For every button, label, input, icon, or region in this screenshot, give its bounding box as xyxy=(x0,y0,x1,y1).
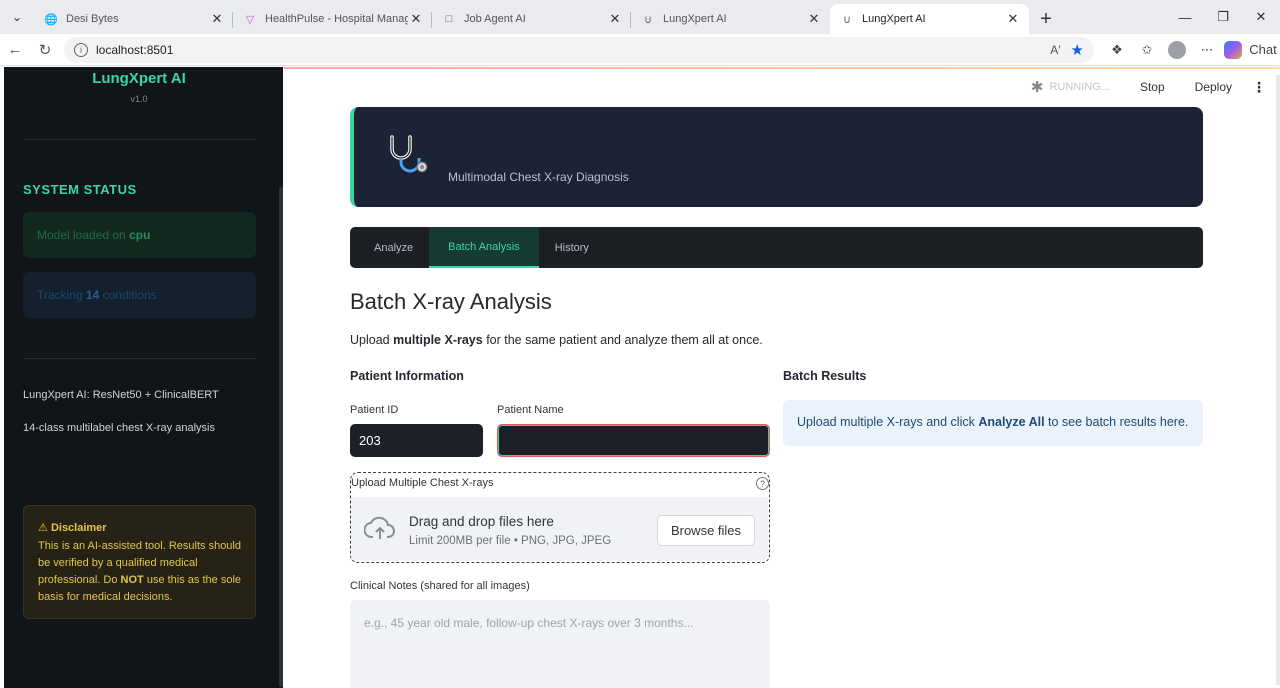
browse-files-button[interactable]: Browse files xyxy=(657,515,755,546)
tab-analyze[interactable]: Analyze xyxy=(358,227,429,268)
patient-name-label: Patient Name xyxy=(497,404,564,416)
reload-icon[interactable]: ↻ xyxy=(30,35,60,65)
help-icon[interactable]: ? xyxy=(756,477,769,490)
window-controls: — ❐ ✕ xyxy=(1166,0,1280,34)
upload-label: Upload Multiple Chest X-rays xyxy=(351,477,494,489)
browser-tab-desi-bytes[interactable]: 🌐 Desi Bytes ✕ xyxy=(34,4,233,34)
tab-bar: Analyze Batch Analysis History xyxy=(350,227,1203,268)
warning-icon: ⚠ xyxy=(38,522,48,534)
disclaimer-text: This is an AI-assisted tool. Results sho… xyxy=(38,540,242,603)
close-icon[interactable]: ✕ xyxy=(209,11,225,27)
patient-info-heading: Patient Information xyxy=(350,369,464,383)
batch-results-heading: Batch Results xyxy=(783,369,867,383)
url-field[interactable]: i localhost:8501 A′ ★ xyxy=(64,36,1094,63)
drag-drop-text: Drag and drop files here xyxy=(409,514,554,529)
extensions-icon[interactable]: ❖ xyxy=(1102,37,1132,63)
disclaimer-heading: ⚠ Disclaimer xyxy=(38,522,107,534)
divider xyxy=(23,358,256,359)
patient-id-label: Patient ID xyxy=(350,404,399,416)
clinical-notes-label: Clinical Notes (shared for all images) xyxy=(350,580,530,592)
tab-actions-menu-icon[interactable]: ⌄ xyxy=(0,0,34,34)
site-info-icon[interactable]: i xyxy=(74,42,88,57)
stethoscope-icon: ∪ xyxy=(842,13,852,26)
more-options-icon[interactable]: ⋯ xyxy=(1192,37,1222,63)
stethoscope-logo-icon xyxy=(390,135,428,173)
favorites-icon[interactable]: ✩ xyxy=(1132,37,1162,63)
sidebar: LungXpert AI v1.0 SYSTEM STATUS Model lo… xyxy=(4,67,283,688)
disclaimer-box: ⚠ Disclaimer This is an AI-assisted tool… xyxy=(23,505,256,619)
running-status: RUNNING... xyxy=(1049,81,1110,93)
favorite-star-icon[interactable]: ★ xyxy=(1071,41,1084,59)
browser-tab-bar: ⌄ 🌐 Desi Bytes ✕ ▽ HealthPulse - Hospita… xyxy=(0,0,1280,34)
healthpulse-icon: ▽ xyxy=(245,13,255,26)
stop-button[interactable]: Stop xyxy=(1140,80,1165,94)
maximize-icon[interactable]: ❐ xyxy=(1204,0,1242,34)
address-bar: ← ↻ i localhost:8501 A′ ★ ❖ ✩ ⋯ Chat xyxy=(0,34,1280,66)
main-menu-icon[interactable]: ⋮ xyxy=(1252,79,1266,96)
model-status-box: Model loaded on cpu xyxy=(23,212,256,258)
close-icon[interactable]: ✕ xyxy=(1005,11,1021,27)
close-icon[interactable]: ✕ xyxy=(607,11,623,27)
sidebar-scrollbar[interactable] xyxy=(279,187,283,687)
patient-name-input[interactable] xyxy=(497,424,770,457)
close-icon[interactable]: ✕ xyxy=(806,11,822,27)
tab-batch-analysis[interactable]: Batch Analysis xyxy=(429,227,539,268)
minimize-icon[interactable]: — xyxy=(1166,0,1204,34)
cloud-upload-icon xyxy=(364,516,395,539)
drop-zone[interactable]: Drag and drop files here Limit 200MB per… xyxy=(351,497,768,561)
page-description: Upload multiple X-rays for the same pati… xyxy=(350,333,763,347)
new-tab-plus-icon[interactable]: + xyxy=(1029,4,1063,34)
copilot-icon xyxy=(1224,40,1242,59)
browser-tab-lungxpert-active[interactable]: ∪ LungXpert AI ✕ xyxy=(830,4,1029,34)
upload-limit-text: Limit 200MB per file • PNG, JPG, JPEG xyxy=(409,535,612,547)
main-content: ✱ RUNNING... Stop Deploy ⋮ Multimodal Ch… xyxy=(284,67,1280,688)
back-arrow-icon[interactable]: ← xyxy=(0,35,30,65)
page-title: Batch X-ray Analysis xyxy=(350,289,552,314)
read-aloud-icon[interactable]: A′ xyxy=(1050,43,1060,57)
profile-avatar[interactable] xyxy=(1168,40,1186,59)
tracking-status-box: Tracking 14 conditions xyxy=(23,272,256,318)
app-toolbar: ✱ RUNNING... Stop Deploy ⋮ xyxy=(1031,77,1280,97)
streamlit-app: LungXpert AI v1.0 SYSTEM STATUS Model lo… xyxy=(0,67,1280,688)
header-banner: Multimodal Chest X-ray Diagnosis xyxy=(350,107,1203,207)
running-indicator-bar xyxy=(284,67,1280,69)
about-model: LungXpert AI: ResNet50 + ClinicalBERT xyxy=(23,389,219,401)
divider xyxy=(23,139,256,140)
main-scrollbar[interactable] xyxy=(1276,75,1280,685)
copilot-chat-button[interactable]: Chat xyxy=(1224,37,1278,63)
window-close-icon[interactable]: ✕ xyxy=(1242,0,1280,34)
banner-subtitle: Multimodal Chest X-ray Diagnosis xyxy=(448,170,629,184)
system-status-heading: SYSTEM STATUS xyxy=(23,182,137,197)
deploy-button[interactable]: Deploy xyxy=(1195,80,1232,94)
globe-icon: 🌐 xyxy=(44,13,58,26)
sidebar-title: LungXpert AI xyxy=(92,70,186,87)
running-person-icon: ✱ xyxy=(1030,79,1044,96)
patient-id-input[interactable]: 203 xyxy=(350,424,483,457)
jobagent-icon: □ xyxy=(445,13,453,25)
close-icon[interactable]: ✕ xyxy=(408,11,424,27)
batch-results-info: Upload multiple X-rays and click Analyze… xyxy=(783,400,1203,446)
file-uploader: Upload Multiple Chest X-rays ? Drag and … xyxy=(350,472,770,563)
browser-tab-healthpulse[interactable]: ▽ HealthPulse - Hospital Managemen ✕ xyxy=(233,4,432,34)
clinical-notes-textarea[interactable]: e.g., 45 year old male, follow-up chest … xyxy=(350,600,770,688)
browser-tab-lungxpert-1[interactable]: ∪ LungXpert AI ✕ xyxy=(631,4,830,34)
stethoscope-icon: ∪ xyxy=(643,13,653,26)
browser-tab-job-agent[interactable]: □ Job Agent AI ✕ xyxy=(432,4,631,34)
sidebar-version: v1.0 xyxy=(130,94,148,104)
tab-history[interactable]: History xyxy=(539,227,605,268)
about-classes: 14-class multilabel chest X-ray analysis xyxy=(23,422,215,434)
